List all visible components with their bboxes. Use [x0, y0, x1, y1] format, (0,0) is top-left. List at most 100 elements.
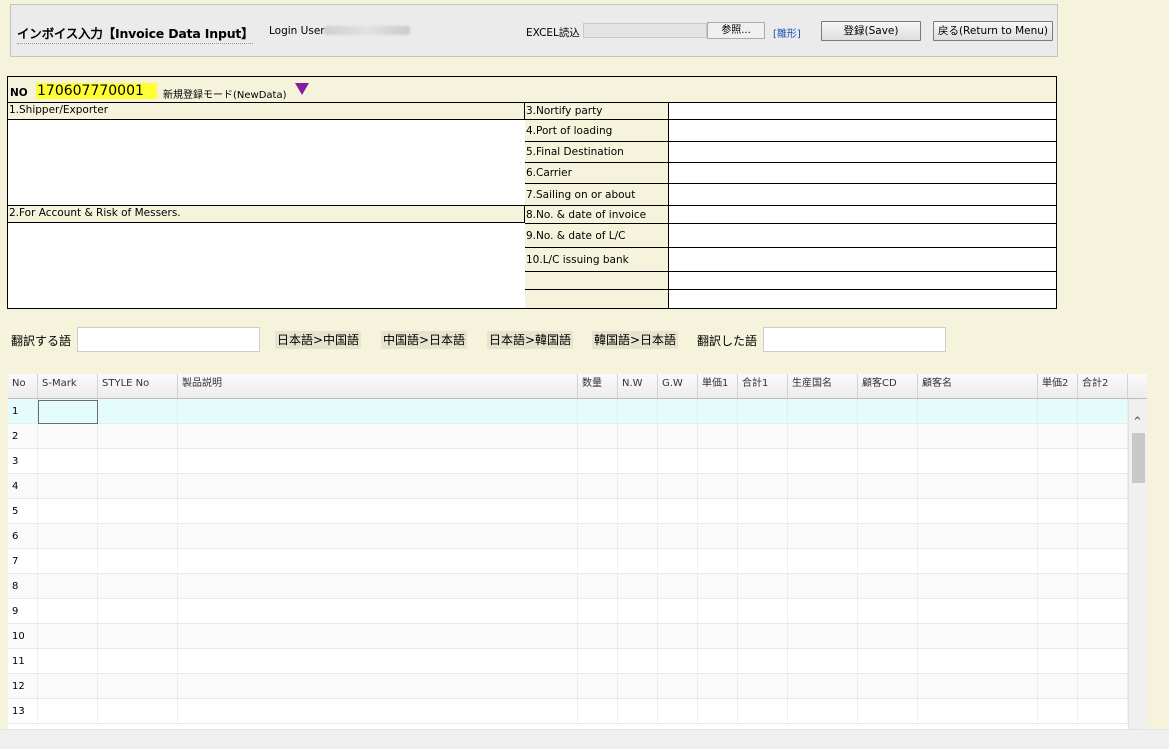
table-cell[interactable]: [38, 499, 98, 524]
table-cell[interactable]: [738, 399, 788, 424]
table-cell[interactable]: [1038, 474, 1078, 499]
bank-input[interactable]: [669, 248, 1056, 271]
table-cell[interactable]: [858, 699, 918, 724]
table-cell[interactable]: [858, 674, 918, 699]
table-cell[interactable]: [658, 449, 698, 474]
table-cell[interactable]: [788, 624, 858, 649]
table-cell[interactable]: [618, 524, 658, 549]
table-cell[interactable]: [98, 524, 178, 549]
table-cell[interactable]: [98, 624, 178, 649]
browse-button[interactable]: 参照...: [707, 22, 765, 39]
table-cell[interactable]: [738, 674, 788, 699]
table-cell[interactable]: [578, 549, 618, 574]
save-button[interactable]: 登録(Save): [821, 21, 921, 41]
table-cell[interactable]: [788, 524, 858, 549]
table-cell[interactable]: [578, 424, 618, 449]
table-cell[interactable]: [1038, 649, 1078, 674]
table-cell[interactable]: [38, 549, 98, 574]
column-header[interactable]: 顧客名: [918, 374, 1038, 398]
table-cell[interactable]: [788, 699, 858, 724]
table-cell[interactable]: [698, 474, 738, 499]
table-cell[interactable]: [738, 599, 788, 624]
table-row[interactable]: 4: [8, 474, 1128, 499]
table-cell[interactable]: [38, 524, 98, 549]
table-cell[interactable]: [578, 624, 618, 649]
table-cell[interactable]: [918, 699, 1038, 724]
table-cell[interactable]: [658, 474, 698, 499]
table-cell[interactable]: [178, 524, 578, 549]
table-cell[interactable]: [618, 674, 658, 699]
table-cell[interactable]: [618, 449, 658, 474]
table-cell[interactable]: [658, 624, 698, 649]
table-cell[interactable]: [578, 674, 618, 699]
table-cell[interactable]: [1078, 699, 1128, 724]
table-cell[interactable]: [698, 574, 738, 599]
table-cell[interactable]: [658, 499, 698, 524]
table-cell[interactable]: [738, 424, 788, 449]
table-row[interactable]: 1: [8, 399, 1128, 424]
table-cell[interactable]: [918, 599, 1038, 624]
table-cell[interactable]: [738, 524, 788, 549]
table-cell[interactable]: [178, 574, 578, 599]
table-cell[interactable]: [658, 699, 698, 724]
table-cell[interactable]: [578, 399, 618, 424]
column-header[interactable]: G.W: [658, 374, 698, 398]
table-cell[interactable]: [178, 674, 578, 699]
table-cell[interactable]: [788, 574, 858, 599]
table-cell[interactable]: [618, 474, 658, 499]
excel-file-input[interactable]: [583, 23, 707, 38]
table-cell[interactable]: [1078, 574, 1128, 599]
table-cell[interactable]: [858, 599, 918, 624]
column-header[interactable]: N.W: [618, 374, 658, 398]
table-cell[interactable]: [578, 599, 618, 624]
table-cell[interactable]: [918, 549, 1038, 574]
carrier-input[interactable]: [669, 163, 1056, 183]
table-cell[interactable]: [918, 399, 1038, 424]
table-cell[interactable]: [858, 424, 918, 449]
table-cell[interactable]: [788, 499, 858, 524]
table-cell[interactable]: [38, 599, 98, 624]
table-cell[interactable]: [578, 474, 618, 499]
destination-input[interactable]: [669, 142, 1056, 162]
table-cell[interactable]: [618, 549, 658, 574]
table-cell[interactable]: [98, 499, 178, 524]
table-cell[interactable]: [178, 624, 578, 649]
table-cell[interactable]: [1038, 524, 1078, 549]
table-row[interactable]: 5: [8, 499, 1128, 524]
table-cell[interactable]: [178, 699, 578, 724]
table-cell[interactable]: [178, 424, 578, 449]
table-cell[interactable]: [38, 674, 98, 699]
table-cell[interactable]: [698, 524, 738, 549]
table-cell[interactable]: [578, 449, 618, 474]
table-cell[interactable]: [918, 424, 1038, 449]
table-cell[interactable]: [858, 549, 918, 574]
table-cell[interactable]: [918, 574, 1038, 599]
table-cell[interactable]: [1078, 599, 1128, 624]
table-cell[interactable]: [698, 649, 738, 674]
translate-ja-ko-button[interactable]: 日本語>韓国語: [487, 331, 574, 349]
table-row[interactable]: 10: [8, 624, 1128, 649]
table-cell[interactable]: [38, 649, 98, 674]
table-cell[interactable]: [178, 649, 578, 674]
table-cell[interactable]: [698, 424, 738, 449]
table-cell[interactable]: [98, 599, 178, 624]
extra-input-1[interactable]: [669, 272, 1056, 289]
table-cell[interactable]: [658, 524, 698, 549]
table-cell[interactable]: [1078, 499, 1128, 524]
table-cell[interactable]: [98, 699, 178, 724]
translate-zh-ja-button[interactable]: 中国語>日本語: [381, 331, 468, 349]
table-cell[interactable]: [788, 474, 858, 499]
table-cell[interactable]: [98, 649, 178, 674]
return-to-menu-button[interactable]: 戻る(Return to Menu): [933, 21, 1053, 41]
table-cell[interactable]: [38, 624, 98, 649]
table-cell[interactable]: [1038, 549, 1078, 574]
invoice-input[interactable]: [669, 206, 1056, 223]
table-cell[interactable]: [788, 674, 858, 699]
table-row[interactable]: 11: [8, 649, 1128, 674]
table-cell[interactable]: [1038, 449, 1078, 474]
template-link[interactable]: [雛形]: [773, 25, 801, 40]
table-cell[interactable]: [658, 649, 698, 674]
table-cell[interactable]: [618, 699, 658, 724]
table-cell[interactable]: [618, 649, 658, 674]
column-header[interactable]: 単価2: [1038, 374, 1078, 398]
